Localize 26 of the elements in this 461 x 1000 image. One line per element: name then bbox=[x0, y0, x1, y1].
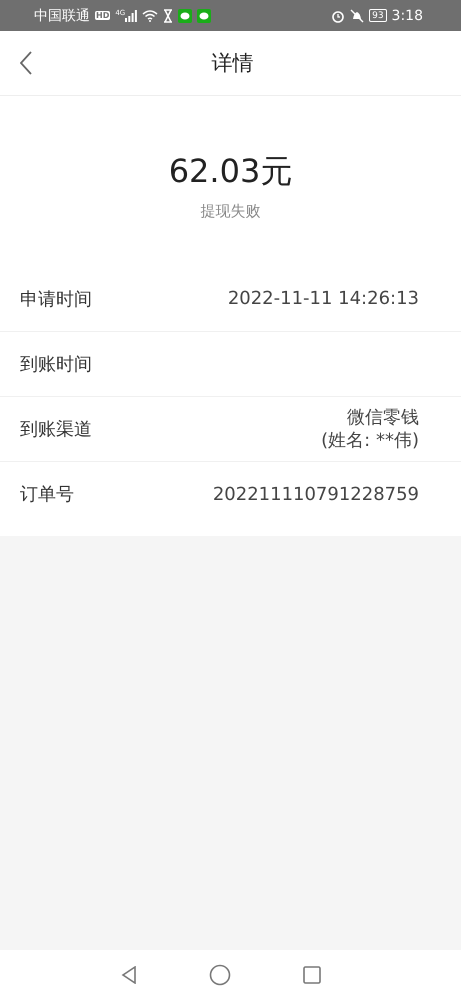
field-value: 202211110791228759 bbox=[212, 482, 419, 506]
field-label: 申请时间 bbox=[20, 288, 92, 310]
field-label: 到账时间 bbox=[20, 353, 92, 376]
wifi-icon bbox=[142, 10, 158, 22]
chat-app-icon bbox=[178, 8, 192, 22]
field-value: (姓名: **伟) bbox=[321, 429, 419, 452]
alarm-icon bbox=[331, 8, 346, 22]
field-value: 微信零钱 bbox=[347, 406, 419, 429]
clock-time: 3:18 bbox=[392, 8, 423, 24]
back-button[interactable] bbox=[20, 51, 32, 75]
field-label: 到账渠道 bbox=[20, 418, 92, 441]
chat-app-icon bbox=[197, 8, 212, 22]
recents-nav-icon[interactable] bbox=[302, 966, 320, 984]
battery-level: 93 bbox=[372, 10, 384, 20]
hourglass-icon bbox=[163, 8, 174, 22]
page-title: 详情 bbox=[212, 50, 254, 77]
withdrawal-status: 提现失败 bbox=[200, 202, 260, 220]
field-label: 订单号 bbox=[20, 483, 74, 506]
carrier-name: 中国联通 bbox=[34, 6, 90, 24]
amount-text: 62.03元 bbox=[168, 150, 292, 192]
field-value: 2022-11-11 14:26:13 bbox=[228, 287, 419, 310]
bell-off-icon bbox=[350, 8, 364, 22]
hd-badge: HD bbox=[95, 11, 110, 20]
back-nav-icon[interactable] bbox=[120, 966, 136, 984]
signal-icon bbox=[125, 10, 138, 22]
home-nav-icon[interactable] bbox=[208, 964, 230, 986]
